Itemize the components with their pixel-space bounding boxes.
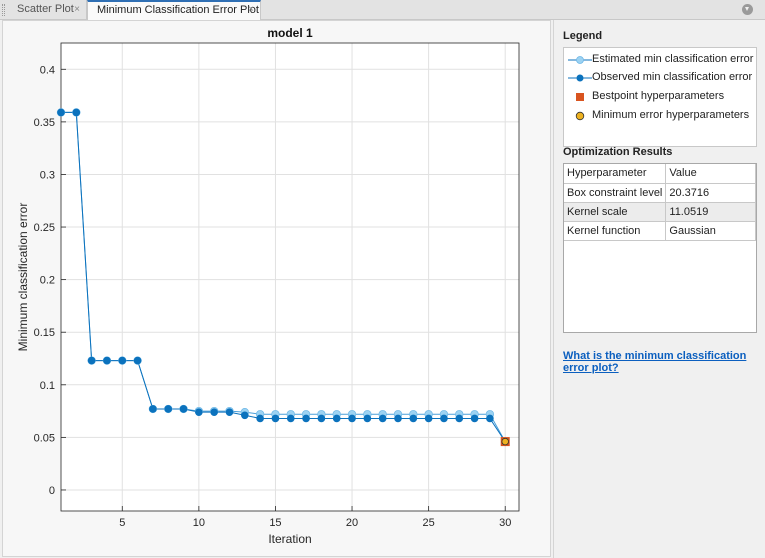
point-observed — [225, 408, 234, 416]
min-classification-error-chart[interactable]: 5 10 15 20 25 30 0 0.05 0.1 0.15 0.2 0.25 0.3 0.35 0.4… — [3, 21, 552, 558]
point-observed — [241, 411, 249, 420]
point-observed — [72, 108, 81, 117]
table-cell: 20.3716 — [665, 183, 756, 203]
point-observed — [256, 414, 264, 423]
point-observed — [317, 414, 326, 423]
point-observed — [271, 414, 280, 423]
table-cell: Box constraint level — [564, 183, 667, 203]
table-row: Box constraint level 20.3716 — [564, 183, 756, 203]
help-link[interactable]: What is the minimum classification error… — [563, 350, 759, 374]
legend-label: Estimated min classification error — [592, 53, 754, 65]
point-observed — [424, 414, 433, 423]
tab-scatter-plot[interactable]: Scatter Plot × — [8, 0, 87, 20]
table-row: Kernel function Gaussian — [564, 221, 756, 241]
legend-item-min-error: Minimum error hyperparameters — [564, 107, 756, 125]
plot-panel: 5 10 15 20 25 30 0 0.05 0.1 0.15 0.2 0.25 0.3 0.35 0.4… — [2, 20, 551, 557]
y-tick-label: 0.1 — [40, 380, 55, 392]
point-observed — [87, 356, 96, 365]
point-observed — [133, 356, 142, 365]
point-observed — [57, 108, 65, 117]
y-tick-label: 0.2 — [40, 275, 55, 287]
legend-box: Estimated min classification error Obser… — [563, 47, 757, 147]
optimization-results-table: Hyperparameter Value Box constraint leve… — [563, 163, 757, 333]
table-cell: Gaussian — [665, 221, 756, 241]
y-tick-label: 0.15 — [34, 327, 55, 339]
point-observed — [378, 414, 387, 423]
point-observed — [486, 414, 494, 423]
point-observed — [363, 414, 372, 423]
y-tick-label: 0.4 — [40, 64, 55, 76]
y-axis-label: Minimum classification error — [16, 203, 30, 352]
point-observed — [103, 356, 111, 365]
table-cell: Kernel scale — [564, 202, 667, 222]
tab-grip-icon[interactable] — [2, 4, 5, 16]
column-header: Hyperparameter — [564, 164, 667, 184]
legend-item-estimated: Estimated min classification error — [564, 51, 756, 69]
results-title: Optimization Results — [563, 146, 673, 158]
legend-item-observed: Observed min classification error — [564, 69, 756, 87]
point-observed — [164, 405, 173, 413]
x-tick-label: 25 — [423, 517, 435, 529]
yellow-circle-icon — [575, 111, 585, 121]
x-tick-label: 30 — [499, 517, 511, 529]
close-icon[interactable]: × — [248, 1, 254, 18]
point-observed — [332, 414, 341, 423]
point-observed — [440, 414, 448, 423]
x-axis-label: Iteration — [268, 532, 311, 546]
point-observed — [455, 414, 464, 423]
plot-area — [61, 43, 519, 511]
point-observed — [286, 414, 295, 423]
min-error-marker — [501, 437, 509, 446]
legend-item-bestpoint: Bestpoint hyperparameters — [564, 88, 756, 106]
point-observed — [118, 356, 127, 365]
y-tick-label: 0.35 — [34, 117, 55, 129]
tab-bar: Scatter Plot × Minimum Classification Er… — [0, 0, 765, 20]
chart-title: model 1 — [267, 26, 313, 40]
y-tick-label: 0.25 — [34, 222, 55, 234]
point-observed — [470, 414, 479, 423]
dark-blue-circle-line-icon — [568, 74, 592, 82]
legend-label: Minimum error hyperparameters — [592, 109, 750, 121]
light-blue-circle-line-icon — [568, 56, 592, 64]
legend-title: Legend — [563, 30, 603, 42]
point-observed — [348, 414, 356, 423]
table-cell: Kernel function — [564, 221, 667, 241]
tab-label: Scatter Plot — [17, 3, 74, 15]
point-observed — [195, 408, 203, 416]
column-header: Value — [665, 164, 756, 184]
y-tick-label: 0.05 — [34, 432, 55, 444]
x-tick-label: 10 — [193, 517, 205, 529]
close-icon[interactable]: × — [74, 0, 80, 19]
side-panel: Legend Estimated min classification erro… — [553, 20, 765, 558]
x-tick-label: 5 — [119, 517, 125, 529]
y-tick-label: 0.3 — [40, 169, 55, 181]
table-row: Kernel scale 11.0519 — [564, 202, 756, 222]
point-observed — [149, 405, 157, 413]
point-observed — [179, 405, 188, 413]
red-square-icon — [576, 93, 584, 101]
legend-label: Bestpoint hyperparameters — [592, 90, 725, 102]
y-tick-label: 0 — [49, 485, 55, 497]
table-cell: 11.0519 — [665, 202, 756, 222]
point-observed — [302, 414, 310, 423]
tab-minimum-classification-error-plot[interactable]: Minimum Classification Error Plot × — [87, 0, 261, 20]
point-observed — [394, 414, 402, 423]
point-observed — [210, 408, 218, 416]
legend-label: Observed min classification error — [592, 71, 753, 83]
tab-label: Minimum Classification Error Plot — [97, 4, 259, 16]
collapse-panel-icon[interactable] — [742, 4, 753, 15]
point-observed — [409, 414, 418, 423]
x-tick-label: 20 — [346, 517, 358, 529]
table-header-row: Hyperparameter Value — [564, 164, 756, 184]
x-tick-label: 15 — [269, 517, 281, 529]
